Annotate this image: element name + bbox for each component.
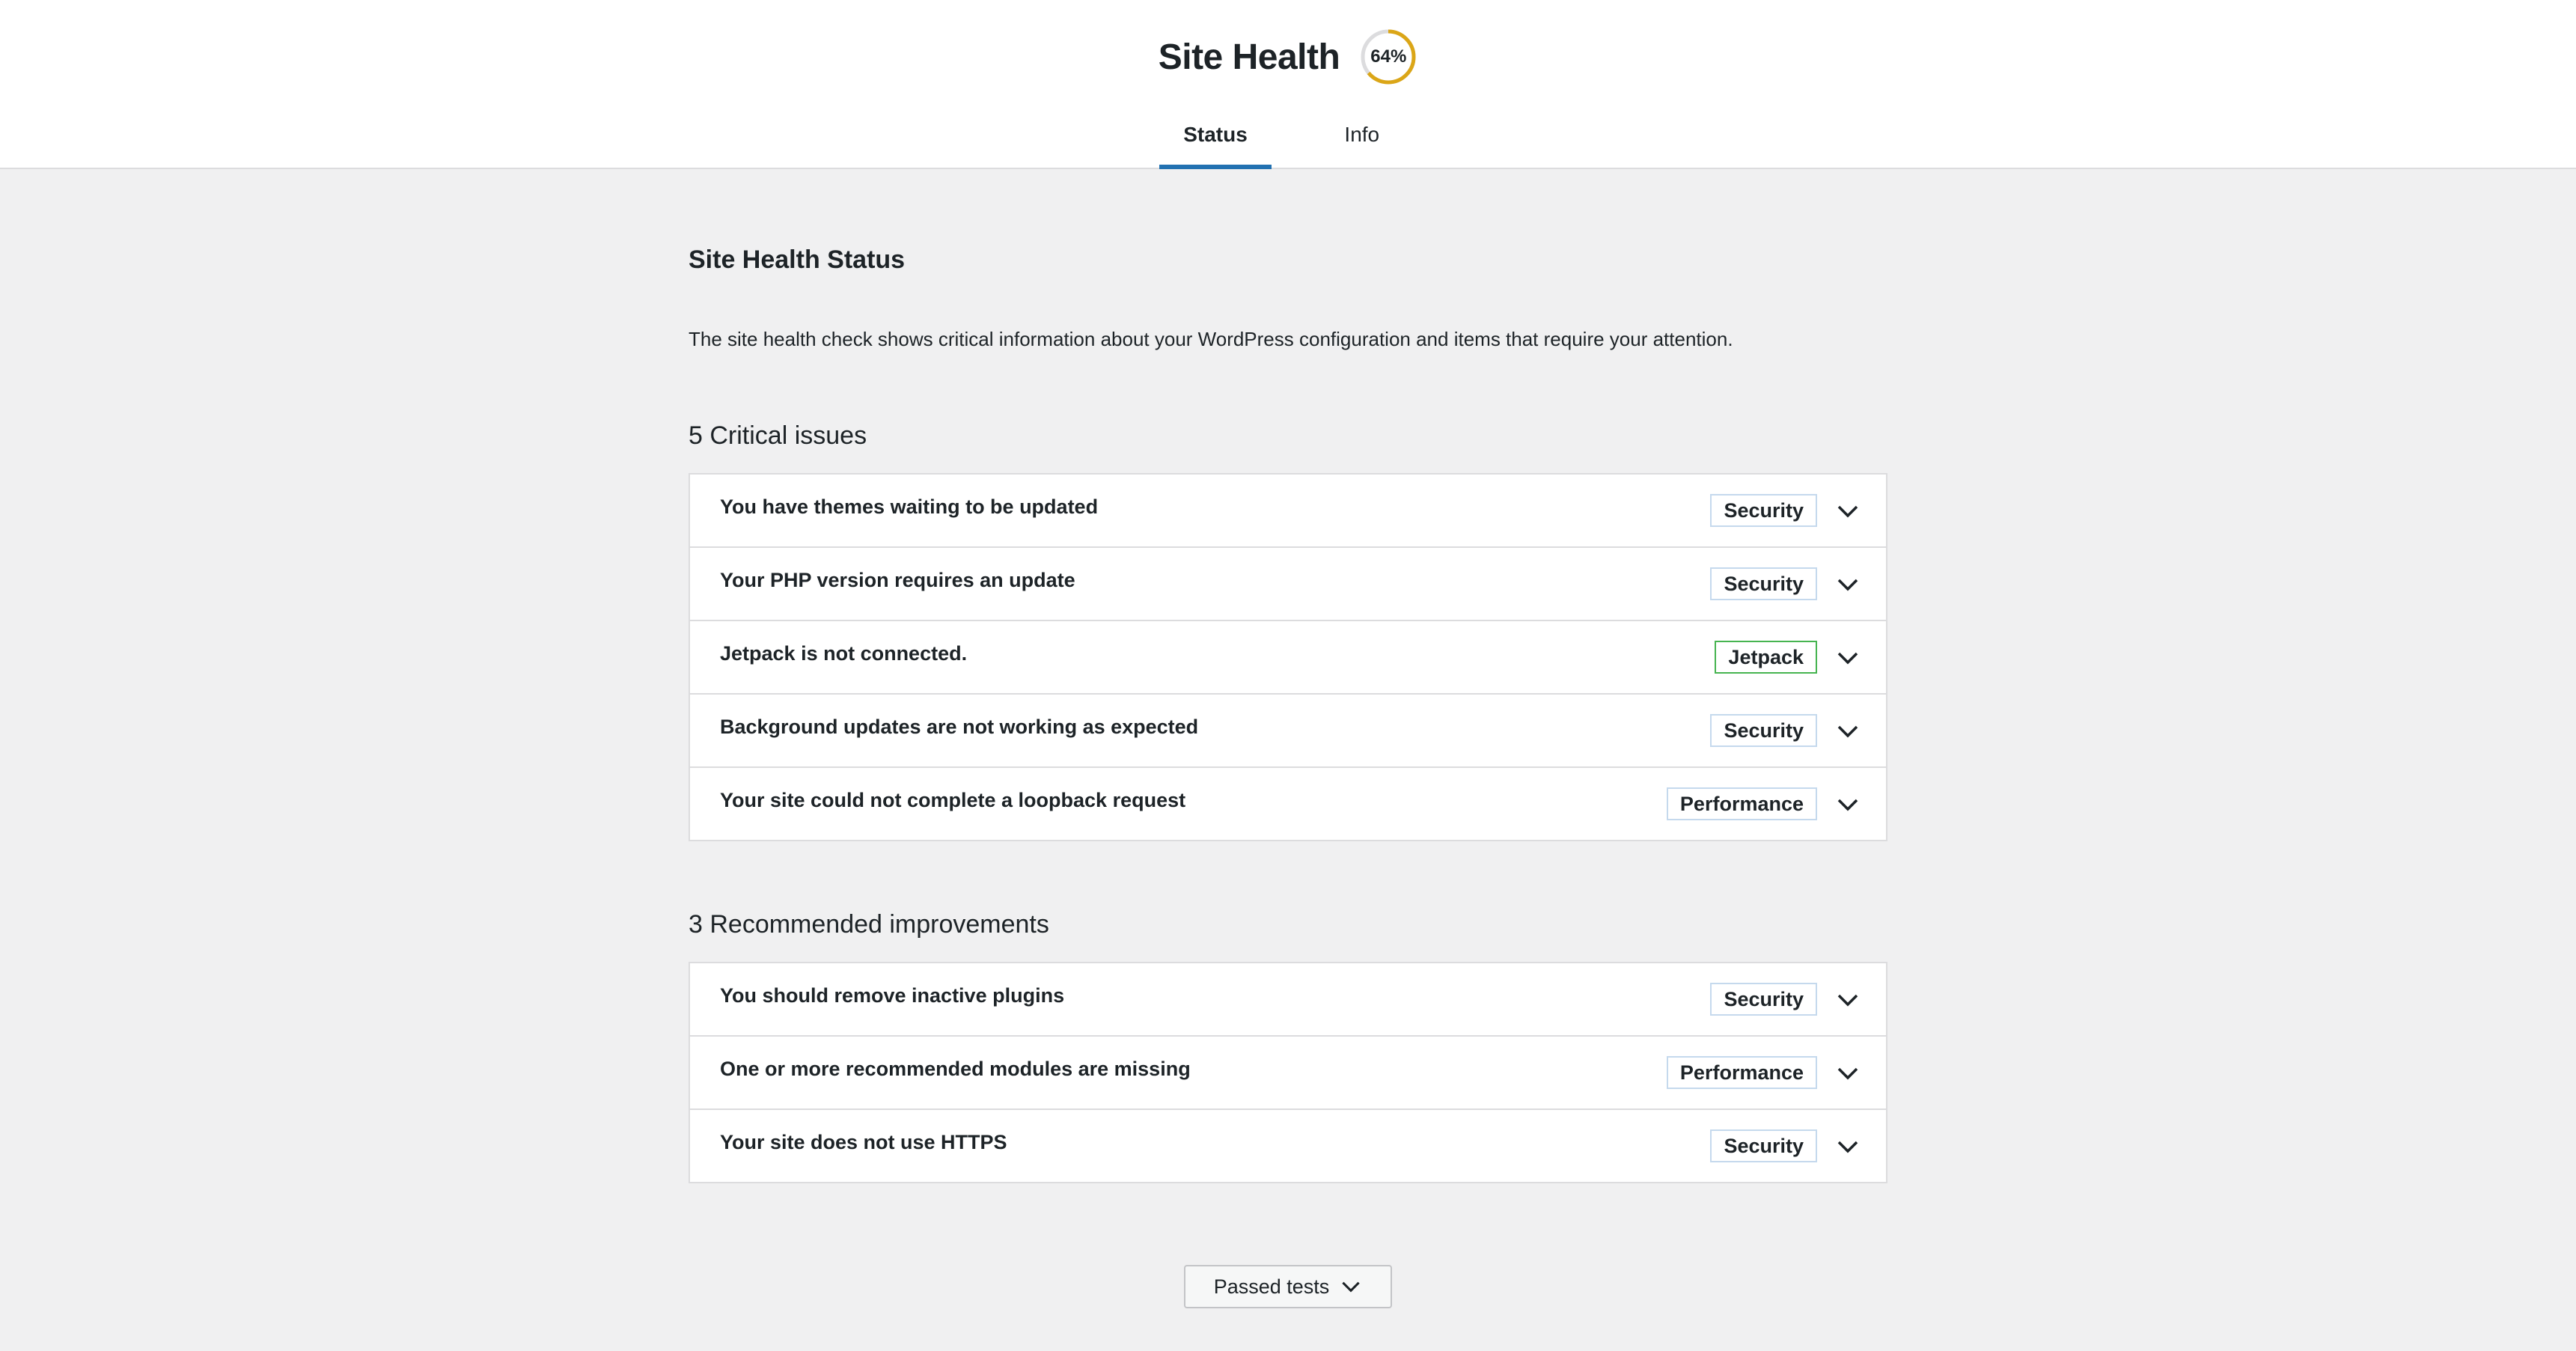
health-score-label: 64% [1370, 46, 1407, 67]
critical-issues-list: You have themes waiting to be updated Se… [689, 473, 1887, 841]
issue-label: Jetpack is not connected. [720, 642, 968, 665]
issue-badge: Security [1710, 983, 1817, 1016]
page-title: Site Health [1158, 37, 1340, 77]
issue-label: Background updates are not working as ex… [720, 716, 1199, 738]
issue-label: Your PHP version requires an update [720, 569, 1075, 591]
chevron-down-icon[interactable] [1835, 645, 1861, 671]
chevron-down-icon[interactable] [1835, 498, 1861, 524]
issue-row[interactable]: You should remove inactive plugins Secur… [690, 963, 1886, 1037]
section-description: The site health check shows critical inf… [689, 328, 1733, 350]
issue-badge: Performance [1666, 1056, 1817, 1089]
chevron-down-icon[interactable] [1835, 987, 1861, 1013]
issue-row[interactable]: Your site could not complete a loopback … [690, 768, 1886, 840]
passed-tests-label: Passed tests [1213, 1275, 1330, 1298]
tab-status[interactable]: Status [1159, 112, 1272, 169]
passed-tests-wrap: Passed tests [0, 1265, 2576, 1308]
chevron-down-icon[interactable] [1835, 792, 1861, 817]
issue-row[interactable]: Your PHP version requires an update Secu… [690, 548, 1886, 621]
issue-label: Your site does not use HTTPS [720, 1131, 1007, 1153]
health-score-progress-circle: 64% [1359, 28, 1417, 86]
passed-tests-button[interactable]: Passed tests [1184, 1265, 1392, 1308]
issue-row[interactable]: Jetpack is not connected. Jetpack [690, 621, 1886, 695]
issue-label: Your site could not complete a loopback … [720, 789, 1186, 811]
issue-row[interactable]: One or more recommended modules are miss… [690, 1037, 1886, 1110]
chevron-down-icon[interactable] [1835, 1134, 1861, 1159]
issue-badge: Security [1710, 567, 1817, 600]
issue-label: One or more recommended modules are miss… [720, 1058, 1191, 1080]
recommended-improvements-list: You should remove inactive plugins Secur… [689, 962, 1887, 1183]
critical-issues-title: 5 Critical issues [689, 421, 867, 450]
chevron-down-icon[interactable] [1835, 719, 1861, 744]
title-wrap: Site Health 64% [0, 21, 2576, 93]
issue-label: You should remove inactive plugins [720, 984, 1065, 1007]
issue-label: You have themes waiting to be updated [720, 495, 1099, 518]
issue-badge: Jetpack [1715, 641, 1817, 674]
section-title: Site Health Status [689, 246, 906, 274]
tab-navigation: Status Info [0, 112, 2576, 169]
chevron-down-icon[interactable] [1835, 572, 1861, 597]
issue-badge: Security [1710, 1129, 1817, 1162]
chevron-down-icon[interactable] [1835, 1061, 1861, 1086]
issue-badge: Performance [1666, 787, 1817, 820]
tab-info[interactable]: Info [1307, 112, 1417, 168]
issue-row[interactable]: Your site does not use HTTPS Security [690, 1110, 1886, 1182]
issue-row[interactable]: Background updates are not working as ex… [690, 695, 1886, 768]
site-health-content: Site Health Status The site health check… [689, 225, 1887, 1183]
issue-badge: Security [1710, 494, 1817, 527]
recommended-improvements-title: 3 Recommended improvements [689, 910, 1049, 939]
site-health-header: Site Health 64% Status Info [0, 0, 2576, 169]
chevron-down-icon [1342, 1281, 1360, 1293]
issue-row[interactable]: You have themes waiting to be updated Se… [690, 475, 1886, 548]
issue-badge: Security [1710, 714, 1817, 747]
